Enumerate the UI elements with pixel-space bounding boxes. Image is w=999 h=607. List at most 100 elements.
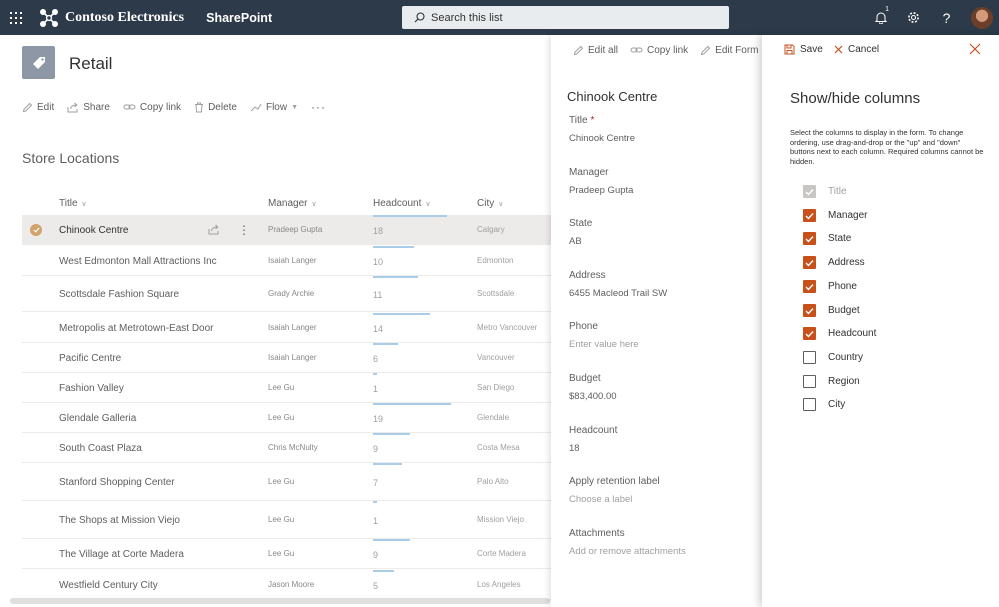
table-row[interactable]: ⋮ Chinook Centre Pradeep Gupta 18 Calgary xyxy=(22,215,562,245)
edit-all-button[interactable]: Edit all xyxy=(573,45,618,56)
row-title-link[interactable]: Metropolis at Metrotown-East Door xyxy=(59,323,214,334)
form-field-value[interactable]: 6455 Macleod Trail SW xyxy=(569,288,749,299)
app-launcher-button[interactable] xyxy=(0,0,32,35)
avatar[interactable] xyxy=(971,6,993,29)
flow-button[interactable]: Flow ▼ xyxy=(250,102,298,113)
form-field[interactable]: Budget $83,400.00 xyxy=(569,373,749,402)
cancel-button[interactable]: Cancel xyxy=(834,44,879,55)
column-checkbox-item[interactable]: Phone xyxy=(803,280,857,293)
checkbox[interactable] xyxy=(803,327,816,340)
checkbox[interactable] xyxy=(803,304,816,317)
headcount-data-bar xyxy=(373,215,447,217)
form-field-value[interactable]: Pradeep Gupta xyxy=(569,185,749,196)
column-checkbox-item[interactable]: State xyxy=(803,232,851,245)
form-field[interactable]: Address 6455 Macleod Trail SW xyxy=(569,270,749,299)
row-title-link[interactable]: West Edmonton Mall Attractions Inc xyxy=(59,256,217,267)
form-field-label: Headcount xyxy=(569,425,749,436)
edit-button[interactable]: Edit xyxy=(22,102,54,113)
form-field[interactable]: Attachments Add or remove attachments xyxy=(569,528,749,557)
row-title-link[interactable]: South Coast Plaza xyxy=(59,443,142,454)
table-row[interactable]: West Edmonton Mall Attractions Inc Isaiah… xyxy=(22,246,562,276)
column-header-title[interactable]: Title ∨ xyxy=(59,198,87,209)
column-checkbox-item[interactable]: Address xyxy=(803,256,865,269)
row-title-link[interactable]: The Village at Corte Madera xyxy=(59,549,184,560)
column-header-headcount[interactable]: Headcount ∨ xyxy=(373,198,431,209)
form-field-value[interactable]: Choose a label xyxy=(569,494,749,505)
table-row[interactable]: South Coast Plaza Chris McNulty 9 Costa Mes… xyxy=(22,433,562,463)
column-header-city[interactable]: City ∨ xyxy=(477,198,503,209)
save-button[interactable]: Save xyxy=(784,44,823,55)
column-checkbox-item[interactable]: Budget xyxy=(803,304,860,317)
search-box[interactable]: Search this list xyxy=(402,6,729,29)
row-city: Scottsdale xyxy=(477,289,515,298)
row-title-link[interactable]: Stanford Shopping Center xyxy=(59,477,175,488)
row-selected-check-icon[interactable] xyxy=(30,224,42,236)
form-field[interactable]: Headcount 18 xyxy=(569,425,749,454)
app-name[interactable]: SharePoint xyxy=(206,11,272,25)
checkbox[interactable] xyxy=(803,256,816,269)
row-title-link[interactable]: Chinook Centre xyxy=(59,225,128,236)
column-checkbox-item[interactable]: Manager xyxy=(803,209,867,222)
row-city: Mission Viejo xyxy=(477,515,524,524)
form-field-value[interactable]: Chinook Centre xyxy=(569,133,749,144)
row-title-link[interactable]: Pacific Centre xyxy=(59,353,121,364)
site-logo[interactable] xyxy=(22,46,55,79)
share-button[interactable]: Share xyxy=(67,102,110,113)
table-row[interactable]: The Village at Corte Madera Lee Gu 9 Corte … xyxy=(22,539,562,569)
checkbox[interactable] xyxy=(803,280,816,293)
form-field[interactable]: Apply retention label Choose a label xyxy=(569,476,749,505)
column-checkbox-item[interactable]: Country xyxy=(803,351,863,364)
form-copy-link-button[interactable]: Copy link xyxy=(630,45,688,56)
row-share-icon[interactable] xyxy=(208,224,220,238)
form-field[interactable]: Phone Enter value here xyxy=(569,321,749,350)
delete-button[interactable]: Delete xyxy=(194,102,237,113)
row-title-link[interactable]: The Shops at Mission Viejo xyxy=(59,515,180,526)
column-header-manager[interactable]: Manager ∨ xyxy=(268,198,317,209)
copy-link-button[interactable]: Copy link xyxy=(123,102,181,113)
checkbox[interactable] xyxy=(803,351,816,364)
table-row[interactable]: Fashion Valley Lee Gu 1 San Diego xyxy=(22,373,562,403)
form-field-value[interactable]: Add or remove attachments xyxy=(569,546,749,557)
table-row[interactable]: Glendale Galleria Lee Gu 19 Glendale xyxy=(22,403,562,433)
form-field[interactable]: State AB xyxy=(569,218,749,247)
table-row[interactable]: Westfield Century City Jason Moore 5 Los An… xyxy=(22,570,562,600)
waffle-icon xyxy=(10,11,22,24)
close-icon[interactable] xyxy=(969,43,981,55)
checkbox[interactable] xyxy=(803,398,816,411)
table-row[interactable]: Metropolis at Metrotown-East Door Isaiah … xyxy=(22,313,562,343)
form-field-value[interactable]: AB xyxy=(569,236,749,247)
column-checkbox-item[interactable]: City xyxy=(803,398,845,411)
table-row[interactable]: Scottsdale Fashion Square Grady Archie 11 S… xyxy=(22,276,562,312)
notifications-button[interactable]: 1 xyxy=(864,0,897,35)
more-button[interactable]: ··· xyxy=(311,100,326,114)
row-title-link[interactable]: Glendale Galleria xyxy=(59,413,136,424)
chevron-down-icon: ∨ xyxy=(498,200,504,208)
table-row[interactable]: Pacific Centre Isaiah Langer 6 Vancouver xyxy=(22,343,562,373)
form-field-value[interactable]: 18 xyxy=(569,443,749,454)
form-field[interactable]: Manager Pradeep Gupta xyxy=(569,167,749,196)
table-row[interactable]: The Shops at Mission Viejo Lee Gu 1 Mission… xyxy=(22,501,562,539)
column-checkbox-item[interactable]: Headcount xyxy=(803,327,876,340)
row-title-link[interactable]: Scottsdale Fashion Square xyxy=(59,289,179,300)
form-field[interactable]: Title * Chinook Centre xyxy=(569,115,749,144)
edit-form-button[interactable]: Edit Form xyxy=(700,45,759,56)
help-button[interactable]: ? xyxy=(930,0,963,35)
checkmark-icon xyxy=(805,188,814,196)
site-title[interactable]: Retail xyxy=(69,54,112,74)
form-field-label: Attachments xyxy=(569,528,749,539)
form-field-value[interactable]: Enter value here xyxy=(569,339,749,350)
checkbox[interactable] xyxy=(803,209,816,222)
checkbox-label: Budget xyxy=(828,305,860,316)
form-field-value[interactable]: $83,400.00 xyxy=(569,391,749,402)
checkbox[interactable] xyxy=(803,375,816,388)
settings-button[interactable] xyxy=(897,0,930,35)
row-more-icon[interactable]: ⋮ xyxy=(238,224,250,236)
row-title-link[interactable]: Fashion Valley xyxy=(59,383,124,394)
horizontal-scrollbar[interactable] xyxy=(10,598,550,604)
table-row[interactable]: Stanford Shopping Center Lee Gu 7 Palo Alto xyxy=(22,463,562,501)
row-title-link[interactable]: Westfield Century City xyxy=(59,580,158,591)
org-name[interactable]: Contoso Electronics xyxy=(65,10,184,26)
checkbox[interactable] xyxy=(803,232,816,245)
column-checkbox-item[interactable]: Region xyxy=(803,375,860,388)
headcount-data-bar xyxy=(373,433,410,435)
